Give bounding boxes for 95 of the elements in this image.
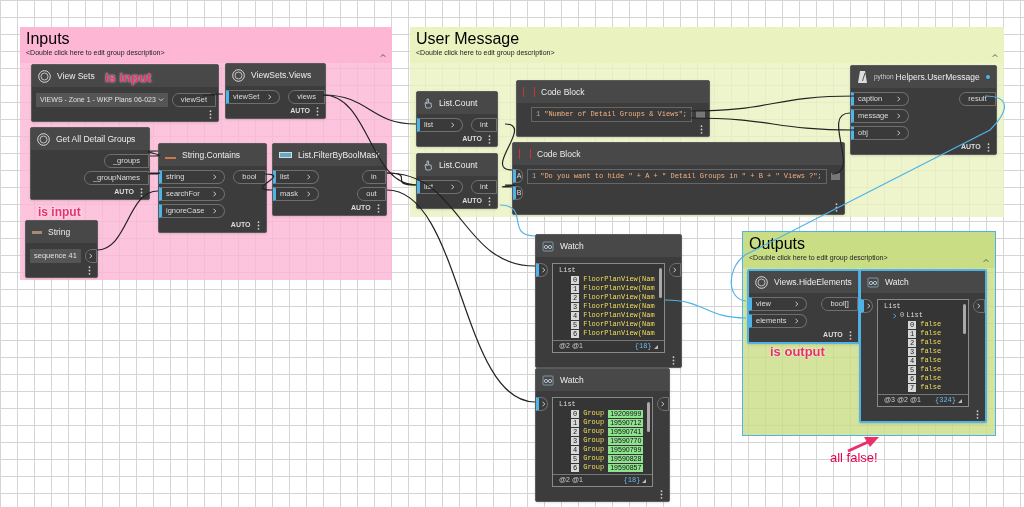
text-icon (32, 230, 42, 234)
group-background[interactable] (20, 27, 392, 280)
chevron-icon (671, 267, 678, 273)
node-title: Code Block (541, 85, 585, 99)
brackets-icon (523, 87, 535, 97)
chevron-icon (976, 303, 982, 309)
chevron-icon (866, 303, 872, 309)
more-icon[interactable] (976, 409, 979, 419)
annotation-note: is output (770, 343, 825, 361)
node-title: Watch (885, 275, 909, 289)
glasses-icon (542, 374, 554, 386)
more-icon[interactable] (848, 330, 852, 340)
chevron-icon (896, 96, 903, 102)
chevron-icon (306, 191, 312, 197)
node-title: Code Block (537, 147, 581, 161)
node-title: String.Contains (182, 148, 241, 162)
node-title: List.Count (439, 158, 478, 172)
hand-icon (423, 159, 433, 171)
more-icon[interactable] (671, 355, 675, 365)
output-port[interactable] (84, 249, 97, 263)
input-port[interactable] (536, 397, 548, 411)
chevron-icon (450, 184, 456, 190)
glasses-icon (867, 276, 879, 288)
output-port[interactable] (657, 397, 670, 411)
chevron-icon (983, 257, 989, 264)
more-icon[interactable] (487, 134, 491, 144)
chevron-icon (380, 52, 386, 59)
wire (202, 93, 224, 96)
node-title: ViewSets.Views (251, 68, 312, 82)
chevron-icon (212, 191, 219, 197)
output-port[interactable] (696, 111, 706, 118)
chevron-icon (212, 208, 219, 214)
hand-icon (423, 97, 433, 109)
more-icon[interactable] (316, 106, 320, 116)
node-title: List.FilterByBoolMask (298, 148, 380, 162)
input-port[interactable] (536, 263, 548, 277)
metronome-icon (857, 70, 868, 84)
node-title: Views.HideElements (774, 275, 852, 289)
more-icon[interactable] (256, 220, 260, 230)
chevron-icon (896, 113, 903, 119)
chevron-icon (896, 130, 903, 136)
output-port[interactable] (973, 299, 985, 313)
output-port[interactable] (668, 263, 681, 277)
more-icon[interactable] (834, 202, 838, 212)
chevron-icon (794, 318, 801, 324)
annotation-note: is input (105, 69, 152, 87)
resize-icon[interactable] (642, 478, 647, 483)
chevron-icon (306, 174, 312, 180)
output-port[interactable] (830, 173, 840, 180)
node-title: Watch (560, 373, 584, 387)
annotation-arrow (847, 437, 879, 452)
more-icon[interactable] (660, 489, 664, 499)
node-title: Watch (560, 239, 584, 253)
chevron-icon (541, 401, 547, 407)
wire (261, 173, 275, 191)
group-title: User Message (416, 29, 521, 48)
chevron-icon (660, 401, 667, 407)
group-background[interactable] (410, 27, 1004, 217)
chevron-icon (892, 312, 898, 319)
chevron-icon (541, 267, 547, 273)
more-icon[interactable] (140, 187, 143, 197)
brackets-icon (519, 149, 531, 159)
annotation-note: all false! (830, 449, 878, 467)
node-title: Helpers.UserMessage (895, 70, 980, 84)
more-icon[interactable] (87, 265, 91, 275)
node-title: View Sets (57, 69, 95, 83)
scrollbar[interactable] (647, 402, 651, 432)
chevron-icon (212, 174, 219, 180)
more-icon[interactable] (209, 109, 213, 119)
wire (96, 190, 159, 251)
input-port[interactable] (861, 299, 873, 313)
glasses-icon (542, 240, 554, 252)
group-title: Outputs (749, 234, 807, 253)
chevron-icon (267, 94, 274, 100)
list-icon (279, 152, 292, 158)
node-title: String (48, 225, 71, 239)
wire (147, 150, 161, 157)
wire (147, 172, 161, 175)
chevron-icon (992, 52, 998, 59)
chevron-icon (450, 122, 456, 128)
group-title: Inputs (26, 29, 71, 48)
more-icon[interactable] (487, 196, 491, 206)
chevron-icon (157, 97, 164, 103)
resize-icon[interactable] (653, 344, 658, 349)
resize-icon[interactable] (958, 398, 962, 403)
more-icon[interactable] (376, 203, 380, 213)
chevron-icon (87, 253, 94, 259)
node-title: List.Count (439, 96, 478, 110)
more-icon[interactable] (986, 142, 990, 152)
more-icon[interactable] (700, 124, 704, 134)
scrollbar[interactable] (963, 304, 966, 334)
node-title: Get All Detail Groups (56, 132, 136, 146)
scrollbar[interactable] (658, 268, 662, 298)
annotation-note: is input (38, 204, 81, 221)
chevron-icon (794, 301, 801, 307)
